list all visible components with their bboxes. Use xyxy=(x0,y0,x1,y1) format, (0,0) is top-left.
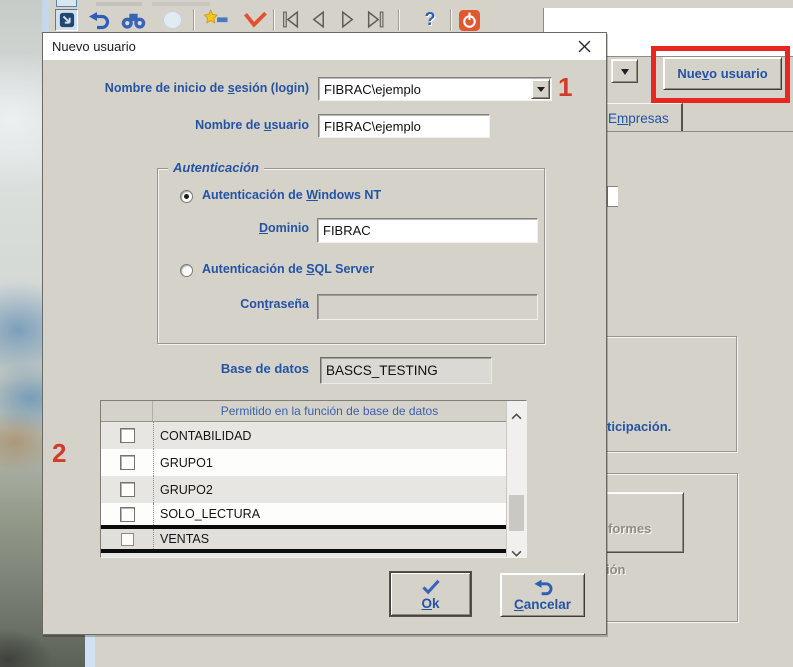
annotation-step-2: 2 xyxy=(52,438,66,469)
role-name: VENTAS xyxy=(153,529,506,549)
check-icon xyxy=(420,578,442,595)
nav-prev-icon[interactable] xyxy=(307,10,331,29)
role-name: GRUPO2 xyxy=(153,476,506,503)
informes-button-label: formes xyxy=(608,521,651,536)
table-row[interactable]: VENTAS xyxy=(101,529,506,549)
table-row[interactable]: GRUPO1 xyxy=(101,449,506,476)
database-input xyxy=(321,358,491,383)
grid-header-spacer xyxy=(101,401,153,421)
annotation-step-1: 1 xyxy=(558,72,572,103)
auth-sql-label: Autenticación de SQL Server xyxy=(202,262,374,276)
domain-field[interactable] xyxy=(317,218,538,243)
background-input-fragment xyxy=(607,186,618,207)
username-label: Nombre de usuario xyxy=(61,118,309,132)
roles-grid: Permitido en la función de base de datos… xyxy=(100,400,527,558)
grid-header-row: Permitido en la función de base de datos xyxy=(101,401,506,422)
ok-button[interactable]: Ok xyxy=(390,572,471,616)
grid-scrollbar[interactable] xyxy=(506,401,526,557)
toolbar-separator xyxy=(193,9,195,31)
dropdown-arrow-icon xyxy=(621,69,629,79)
background-dropdown-button[interactable] xyxy=(611,59,638,83)
login-combobox[interactable] xyxy=(318,77,552,101)
role-checkbox[interactable] xyxy=(120,507,135,522)
background-groupbox-participacion xyxy=(597,336,737,452)
cancel-edit-icon[interactable] xyxy=(241,10,269,29)
auth-windows-label: Autenticación de Windows NT xyxy=(202,188,381,202)
inactive-circle-icon xyxy=(163,11,182,29)
undo-icon[interactable] xyxy=(86,10,110,30)
tab-strip-line xyxy=(596,131,793,132)
app-mini-text-fragment xyxy=(96,2,142,6)
toolbar-separator xyxy=(273,9,275,31)
find-icon[interactable] xyxy=(120,10,147,30)
scrollbar-thumb[interactable] xyxy=(509,495,524,531)
app-bottom-strip xyxy=(85,635,793,667)
screen: ? Nuevo usuario Empresas ticipación. for… xyxy=(0,0,793,667)
role-name: CONTABILIDAD xyxy=(153,422,506,449)
cancel-button-label: Cancelar xyxy=(514,597,571,612)
nav-next-icon[interactable] xyxy=(335,10,359,29)
dialog-titlebar: Nuevo usuario xyxy=(43,33,606,60)
auth-windows-radio[interactable] xyxy=(180,190,193,203)
domain-label: Dominio xyxy=(178,221,309,235)
role-checkbox[interactable] xyxy=(120,482,135,497)
auth-groupbox: Autenticación Autenticación de Windows N… xyxy=(157,168,545,344)
toolbar-separator xyxy=(398,9,400,31)
table-row[interactable]: SOLO_LECTURA xyxy=(101,503,506,525)
role-name: SOLO_LECTURA xyxy=(153,503,506,525)
cancel-button[interactable]: Cancelar xyxy=(500,573,585,617)
tab-empresas-label: Empresas xyxy=(608,111,669,126)
password-field xyxy=(317,294,538,320)
password-label: Contraseña xyxy=(178,297,309,311)
username-input[interactable] xyxy=(319,115,489,137)
help-icon[interactable]: ? xyxy=(420,9,440,31)
app-bottom-edge xyxy=(85,635,95,667)
login-combobox-dropdown[interactable] xyxy=(531,79,550,99)
auth-groupbox-title: Autenticación xyxy=(168,160,264,175)
login-combobox-input[interactable] xyxy=(319,78,531,100)
undo-arrow-icon xyxy=(532,578,553,596)
table-row[interactable]: GRUPO2 xyxy=(101,476,506,503)
scroll-down-icon[interactable] xyxy=(511,544,522,562)
database-label: Base de datos xyxy=(61,361,309,376)
tab-empresas[interactable]: Empresas xyxy=(596,103,683,131)
role-name: GRUPO1 xyxy=(153,449,506,476)
nav-first-icon[interactable] xyxy=(279,10,303,29)
current-record-glyph xyxy=(59,12,75,28)
roles-grid-rows: Permitido en la función de base de datos… xyxy=(101,401,506,553)
database-field xyxy=(320,357,492,384)
scroll-up-icon[interactable] xyxy=(511,407,522,425)
new-user-dialog: Nuevo usuario Nombre de inicio de sesión… xyxy=(42,32,607,635)
table-row[interactable]: CONTABILIDAD xyxy=(101,422,506,449)
app-mini-icon xyxy=(56,0,77,7)
dropdown-arrow-icon xyxy=(537,87,545,96)
exit-icon[interactable] xyxy=(459,10,480,31)
new-record-icon[interactable] xyxy=(202,9,230,30)
username-field[interactable] xyxy=(318,114,490,138)
role-checkbox[interactable] xyxy=(121,533,134,546)
auth-sql-radio[interactable] xyxy=(180,264,193,277)
role-checkbox[interactable] xyxy=(120,455,135,470)
dialog-title: Nuevo usuario xyxy=(52,39,136,54)
login-label: Nombre de inicio de sesión (login) xyxy=(61,81,309,95)
informes-button[interactable]: formes xyxy=(599,492,684,553)
close-icon[interactable] xyxy=(578,40,591,53)
app-frame-strip xyxy=(42,0,49,32)
current-record-icon[interactable] xyxy=(55,9,78,31)
annotation-highlight-box xyxy=(651,46,790,103)
ok-button-label: Ok xyxy=(421,596,439,611)
domain-input[interactable] xyxy=(318,219,537,242)
cion-fragment: ión xyxy=(606,562,626,577)
grid-header-label: Permitido en la función de base de datos xyxy=(153,404,506,418)
toolbar-separator xyxy=(450,9,452,31)
role-checkbox[interactable] xyxy=(120,428,135,443)
participacion-fragment: ticipación. xyxy=(607,419,671,434)
grid-row-divider xyxy=(101,549,506,553)
nav-last-icon[interactable] xyxy=(363,10,387,29)
password-input xyxy=(318,295,537,319)
app-mini-text-fragment xyxy=(152,2,210,6)
